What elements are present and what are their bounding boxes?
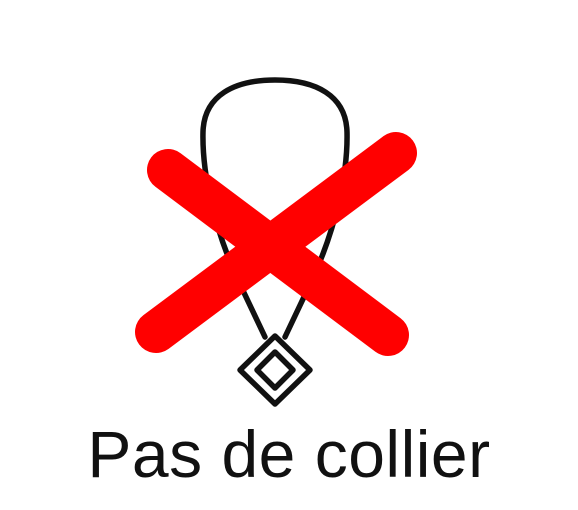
sign-illustration bbox=[135, 77, 417, 407]
sign-caption: Pas de collier bbox=[87, 417, 491, 491]
cross-icon bbox=[135, 132, 417, 356]
